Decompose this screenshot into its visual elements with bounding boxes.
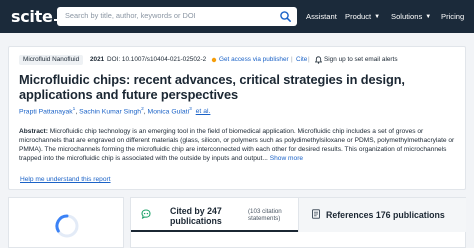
logo-text: scite: [11, 7, 53, 26]
citation-tabs: Cited by 247 publications (103 citation …: [130, 197, 466, 248]
help-understand-link[interactable]: Help me understand this report: [20, 176, 111, 183]
divider: |: [308, 56, 310, 63]
author-link[interactable]: Sachin Kumar Singh: [79, 108, 141, 115]
loading-panel: [8, 197, 124, 248]
author-link[interactable]: Monica Gulati: [148, 108, 190, 115]
paper-year: 2021: [90, 56, 105, 63]
author-list: Prapti Pattanayak1, Sachin Kumar Singh2,…: [19, 107, 211, 116]
cite-link[interactable]: Cite: [296, 55, 307, 65]
get-access-link[interactable]: Get access via publisher: [219, 55, 289, 65]
citation-statements-count: (103 citation statements): [248, 208, 282, 223]
journal-badge[interactable]: Microfluid Nanofluid: [19, 55, 84, 65]
divider: |: [291, 56, 293, 63]
pin-icon: [211, 57, 217, 67]
nav-pricing[interactable]: Pricing: [441, 12, 464, 21]
search-input[interactable]: Search by title, author, keywords or DOI: [57, 7, 297, 26]
bell-icon[interactable]: [314, 56, 323, 68]
search-icon[interactable]: [279, 10, 292, 23]
scite-logo[interactable]: scite: [11, 7, 63, 26]
search-placeholder: Search by title, author, keywords or DOI: [65, 11, 196, 20]
loading-spinner-icon: [55, 214, 79, 238]
abstract-label: Abstract:: [19, 128, 48, 135]
nav-solutions-label: Solutions: [391, 12, 423, 21]
chevron-down-icon: ▼: [425, 14, 432, 20]
chevron-down-icon: ▼: [374, 14, 381, 20]
author-affiliation: 3: [189, 107, 192, 112]
top-navbar: scite Search by title, author, keywords …: [0, 0, 474, 33]
nav-solutions[interactable]: Solutions ▼: [391, 12, 431, 21]
nav-product[interactable]: Product ▼: [345, 12, 380, 21]
references-label: References 176 publications: [326, 210, 445, 220]
paper-card: Microfluid Nanofluid 2021 DOI: 10.1007/s…: [8, 46, 466, 190]
et-al-link[interactable]: et al.: [196, 108, 211, 115]
nav-product-label: Product: [345, 12, 372, 21]
author-link[interactable]: Prapti Pattanayak: [19, 108, 73, 115]
show-more-link[interactable]: Show more: [270, 155, 303, 162]
tab-cited-by[interactable]: Cited by 247 publications (103 citation …: [131, 198, 298, 232]
tab-references[interactable]: References 176 publications: [298, 198, 466, 232]
references-icon: [312, 209, 320, 219]
paper-title: Microfluidic chips: recent advances, cri…: [19, 72, 405, 102]
nav-assistant[interactable]: Assistant: [306, 12, 337, 21]
paper-doi: DOI: 10.1007/s10404-021-02502-2: [107, 56, 207, 63]
quote-bubble-icon: [141, 209, 151, 219]
abstract: Abstract: Microfluidic chip technology i…: [19, 127, 463, 163]
email-alert-text[interactable]: Sign up to set email alerts: [324, 55, 398, 65]
abstract-text: Microfluidic chip technology is an emerg…: [19, 128, 455, 163]
cited-by-label: Cited by 247 publications: [170, 206, 222, 226]
